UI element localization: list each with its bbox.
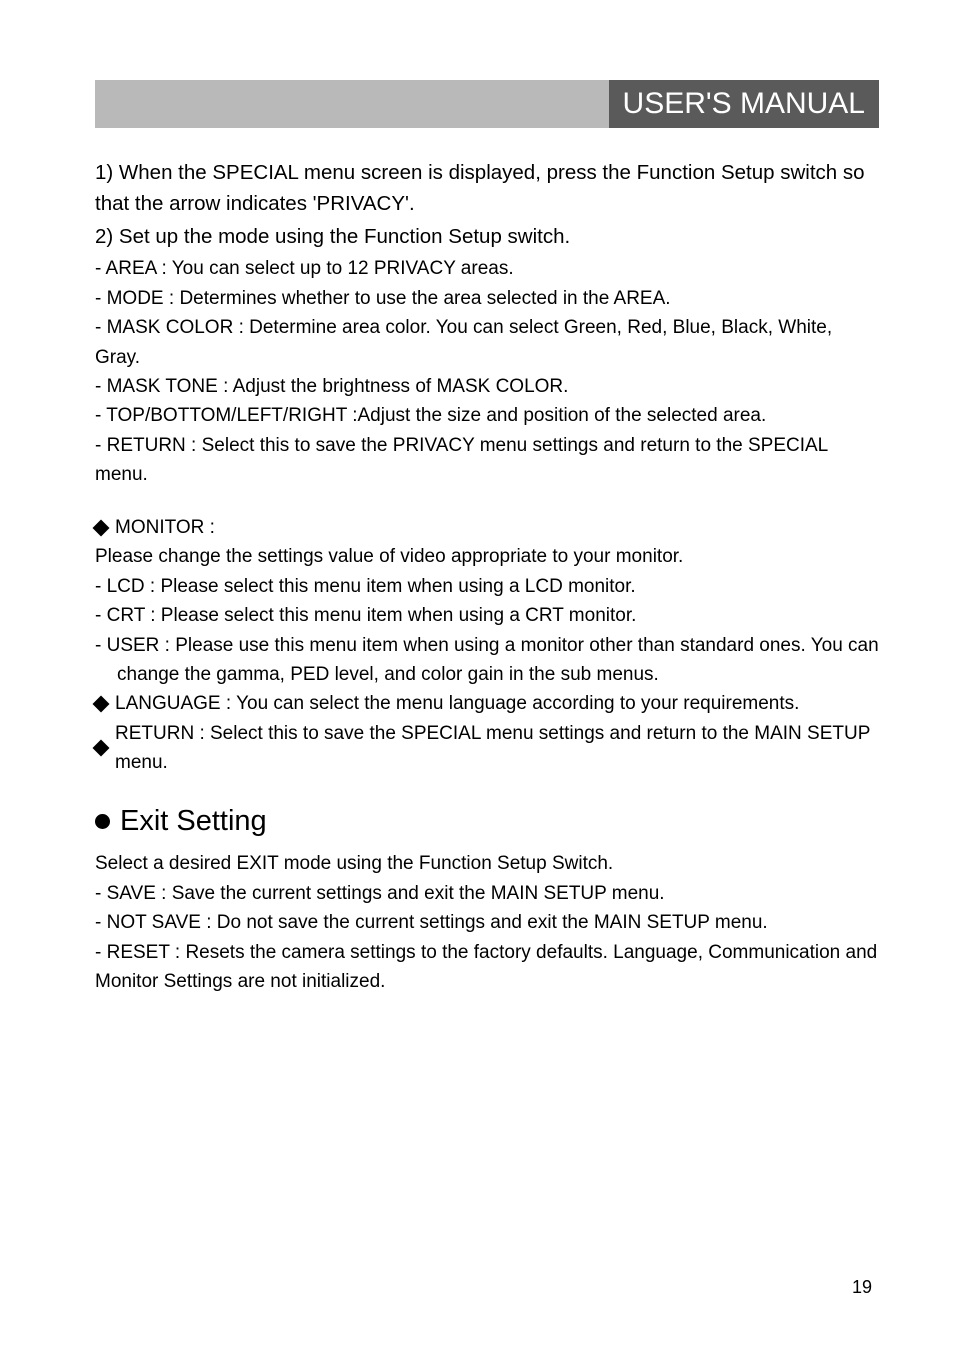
monitor-crt: - CRT : Please select this menu item whe…	[95, 601, 879, 630]
privacy-step1: 1) When the SPECIAL menu screen is displ…	[95, 158, 879, 220]
exit-heading-row: Exit Setting	[95, 800, 879, 844]
monitor-user-line2: change the gamma, PED level, and color g…	[95, 660, 879, 689]
language-text: LANGUAGE : You can select the menu langu…	[115, 689, 799, 718]
header-bar: USER'S MANUAL	[95, 80, 879, 128]
bullet-icon	[95, 814, 110, 829]
privacy-mask-tone: - MASK TONE : Adjust the brightness of M…	[95, 372, 879, 401]
privacy-area: - AREA : You can select up to 12 PRIVACY…	[95, 254, 879, 283]
monitor-lcd: - LCD : Please select this menu item whe…	[95, 572, 879, 601]
exit-reset: - RESET : Resets the camera settings to …	[95, 938, 879, 997]
page-number: 19	[852, 1277, 872, 1298]
privacy-mask-color: - MASK COLOR : Determine area color. You…	[95, 313, 879, 372]
diamond-icon	[93, 520, 110, 537]
exit-intro: Select a desired EXIT mode using the Fun…	[95, 849, 879, 878]
exit-heading: Exit Setting	[120, 800, 267, 844]
privacy-tblr: - TOP/BOTTOM/LEFT/RIGHT :Adjust the size…	[95, 401, 879, 430]
privacy-return: - RETURN : Select this to save the PRIVA…	[95, 431, 879, 490]
header-gray-bar	[95, 80, 609, 128]
diamond-icon	[93, 740, 110, 757]
monitor-heading-row: MONITOR :	[95, 514, 879, 543]
exit-save: - SAVE : Save the current settings and e…	[95, 879, 879, 908]
monitor-heading: MONITOR :	[115, 514, 215, 543]
content-body: 1) When the SPECIAL menu screen is displ…	[95, 158, 879, 996]
privacy-step2: 2) Set up the mode using the Function Se…	[95, 222, 879, 253]
diamond-icon	[93, 696, 110, 713]
return-row: RETURN : Select this to save the SPECIAL…	[95, 719, 879, 778]
privacy-mode: - MODE : Determines whether to use the a…	[95, 284, 879, 313]
header-title: USER'S MANUAL	[609, 80, 879, 128]
language-row: LANGUAGE : You can select the menu langu…	[95, 689, 879, 718]
exit-not-save: - NOT SAVE : Do not save the current set…	[95, 908, 879, 937]
monitor-intro: Please change the settings value of vide…	[95, 542, 879, 571]
return-text: RETURN : Select this to save the SPECIAL…	[115, 719, 879, 778]
monitor-user-line1: - USER : Please use this menu item when …	[95, 631, 879, 660]
